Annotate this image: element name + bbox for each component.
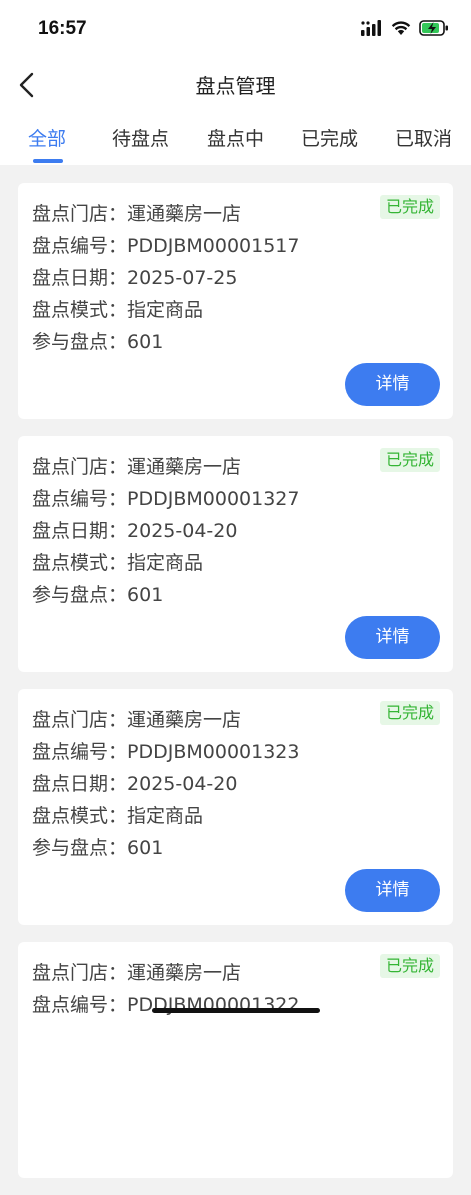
number-row: 盘点编号：PDDJBM00001327 — [32, 484, 299, 511]
date-value: 2025-04-20 — [127, 520, 238, 542]
wifi-icon — [391, 20, 411, 40]
status-badge: 已完成 — [379, 195, 440, 219]
detail-button[interactable]: 详情 — [345, 616, 440, 659]
participate-value: 601 — [127, 331, 164, 353]
status-badge: 已完成 — [379, 701, 440, 725]
participate-value: 601 — [127, 584, 164, 606]
store-value: 運通藥房一店 — [127, 203, 242, 225]
stocktake-list: 已完成 盘点门店：運通藥房一店 盘点编号：PDDJBM00001517 盘点日期… — [18, 183, 453, 1195]
store-label: 盘点门店： — [32, 962, 128, 984]
store-value: 運通藥房一店 — [127, 962, 242, 984]
stocktake-card: 已完成 盘点门店：運通藥房一店 盘点编号：PDDJBM00001322 — [18, 942, 453, 1178]
mode-value: 指定商品 — [127, 552, 204, 574]
store-label: 盘点门店： — [32, 203, 128, 225]
participate-row: 参与盘点：601 — [32, 327, 163, 354]
store-row: 盘点门店：運通藥房一店 — [32, 452, 241, 479]
tab-in-progress[interactable]: 盘点中 — [207, 124, 264, 151]
number-label: 盘点编号： — [32, 741, 128, 763]
stocktake-card: 已完成 盘点门店：運通藥房一店 盘点编号：PDDJBM00001323 盘点日期… — [18, 689, 453, 925]
store-label: 盘点门店： — [32, 709, 128, 731]
mode-row: 盘点模式：指定商品 — [32, 548, 203, 575]
date-label: 盘点日期： — [32, 520, 128, 542]
store-row: 盘点门店：運通藥房一店 — [32, 705, 241, 732]
tab-completed[interactable]: 已完成 — [301, 124, 358, 151]
status-time: 16:57 — [38, 18, 87, 39]
mode-row: 盘点模式：指定商品 — [32, 295, 203, 322]
participate-value: 601 — [127, 837, 164, 859]
date-row: 盘点日期：2025-04-20 — [32, 516, 237, 543]
tab-cancelled[interactable]: 已取消 — [395, 124, 452, 151]
status-tabs: 全部 待盘点 盘点中 已完成 已取消 — [0, 110, 471, 165]
store-value: 運通藥房一店 — [127, 709, 242, 731]
store-value: 運通藥房一店 — [127, 456, 242, 478]
home-indicator[interactable] — [152, 1008, 320, 1013]
nav-bar: 盘点管理 — [0, 60, 471, 110]
participate-label: 参与盘点： — [32, 584, 128, 606]
signal-icon — [361, 20, 383, 40]
stocktake-card: 已完成 盘点门店：運通藥房一店 盘点编号：PDDJBM00001517 盘点日期… — [18, 183, 453, 419]
store-label: 盘点门店： — [32, 456, 128, 478]
tab-all[interactable]: 全部 — [28, 124, 66, 151]
mode-label: 盘点模式： — [32, 805, 128, 827]
number-label: 盘点编号： — [32, 488, 128, 510]
mode-value: 指定商品 — [127, 299, 204, 321]
status-badge: 已完成 — [379, 448, 440, 472]
date-row: 盘点日期：2025-07-25 — [32, 263, 237, 290]
participate-label: 参与盘点： — [32, 331, 128, 353]
date-value: 2025-07-25 — [127, 267, 238, 289]
number-row: 盘点编号：PDDJBM00001323 — [32, 737, 299, 764]
number-value: PDDJBM00001517 — [127, 235, 300, 257]
participate-label: 参与盘点： — [32, 837, 128, 859]
number-label: 盘点编号： — [32, 235, 128, 257]
mode-label: 盘点模式： — [32, 299, 128, 321]
date-value: 2025-04-20 — [127, 773, 238, 795]
participate-row: 参与盘点：601 — [32, 833, 163, 860]
stocktake-card: 已完成 盘点门店：運通藥房一店 盘点编号：PDDJBM00001327 盘点日期… — [18, 436, 453, 672]
page-title: 盘点管理 — [195, 74, 276, 98]
status-bar: 16:57 — [0, 0, 471, 60]
number-row: 盘点编号：PDDJBM00001517 — [32, 231, 299, 258]
date-row: 盘点日期：2025-04-20 — [32, 769, 237, 796]
number-value: PDDJBM00001323 — [127, 741, 300, 763]
number-label: 盘点编号： — [32, 994, 128, 1016]
detail-button[interactable]: 详情 — [345, 363, 440, 406]
store-row: 盘点门店：運通藥房一店 — [32, 199, 241, 226]
participate-row: 参与盘点：601 — [32, 580, 163, 607]
store-row: 盘点门店：運通藥房一店 — [32, 958, 241, 985]
mode-row: 盘点模式：指定商品 — [32, 801, 203, 828]
mode-label: 盘点模式： — [32, 552, 128, 574]
detail-button[interactable]: 详情 — [345, 869, 440, 912]
number-value: PDDJBM00001327 — [127, 488, 300, 510]
tab-indicator — [33, 159, 63, 163]
status-badge: 已完成 — [379, 954, 440, 978]
date-label: 盘点日期： — [32, 773, 128, 795]
tab-pending[interactable]: 待盘点 — [112, 124, 169, 151]
date-label: 盘点日期： — [32, 267, 128, 289]
battery-charging-icon — [419, 20, 449, 40]
status-icons — [361, 20, 449, 40]
mode-value: 指定商品 — [127, 805, 204, 827]
